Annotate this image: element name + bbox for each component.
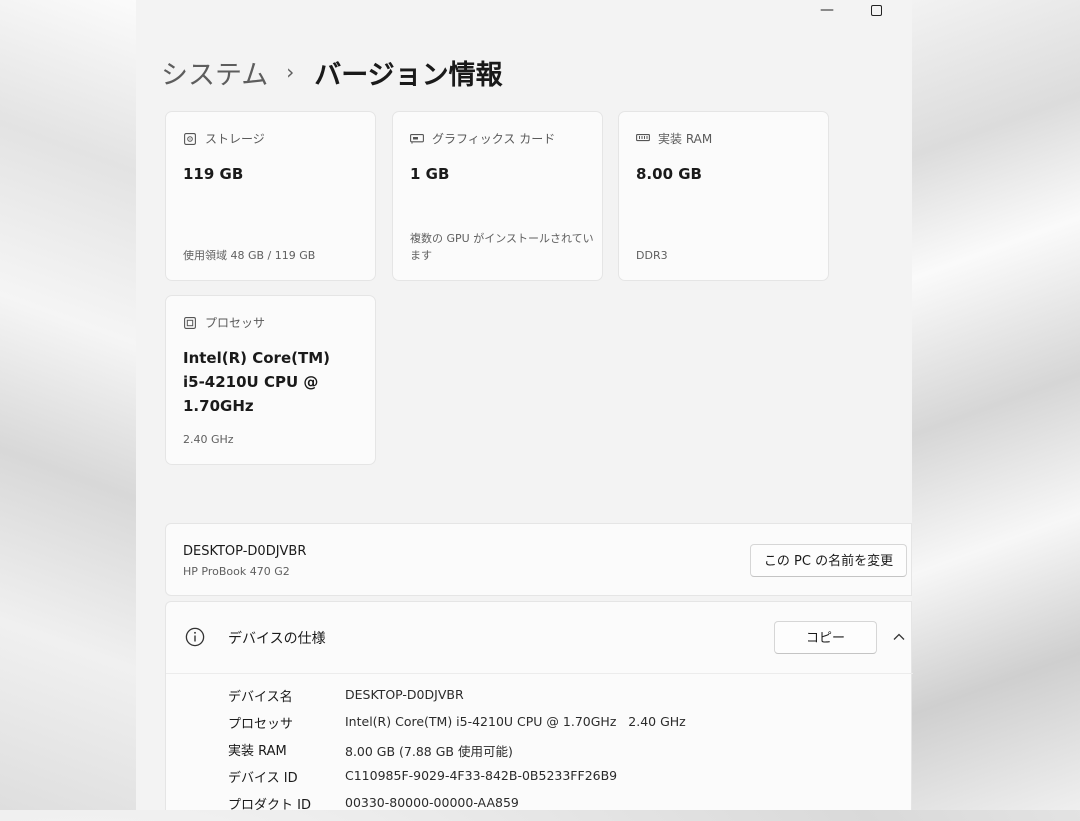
ram-icon xyxy=(636,133,650,145)
card-header: 実装 RAM xyxy=(636,130,712,147)
breadcrumb: システム › バージョン情報 xyxy=(161,52,503,92)
card-header: プロセッサ xyxy=(183,314,265,331)
card-subtext: DDR3 xyxy=(636,249,668,262)
spec-value: C110985F-9029-4F33-842B-0B5233FF26B9 xyxy=(345,768,618,783)
maximize-button[interactable] xyxy=(866,2,886,18)
maximize-icon xyxy=(870,5,882,16)
desktop-background-left xyxy=(0,0,136,810)
graphics-card-icon xyxy=(410,133,424,145)
card-header: グラフィックス カード xyxy=(410,130,555,147)
card-header: ストレージ xyxy=(183,130,265,147)
device-specifications-panel: デバイスの仕様 コピー デバイス名 DESKTOP-D0DJVBR プロセッサ … xyxy=(165,601,913,813)
device-model: HP ProBook 470 G2 xyxy=(183,565,290,578)
copy-button[interactable]: コピー xyxy=(774,621,877,654)
card-value: Intel(R) Core(TM) i5-4210U CPU @ 1.70GHz xyxy=(183,349,330,415)
card-title: プロセッサ xyxy=(205,316,266,330)
spec-label: プロダクト ID xyxy=(228,798,311,813)
card-subtext: 使用領域 48 GB / 119 GB xyxy=(183,249,316,262)
spec-label: プロセッサ xyxy=(228,717,294,732)
spec-value: 00330-80000-00000-AA859 xyxy=(345,795,519,810)
device-specifications-title: デバイスの仕様 xyxy=(228,631,326,647)
card-value: 8.00 GB xyxy=(636,165,702,183)
card-subtext: 複数の GPU がインストールされています xyxy=(410,232,594,262)
spec-label: デバイス ID xyxy=(228,771,298,786)
chevron-up-icon[interactable] xyxy=(891,629,907,645)
info-icon xyxy=(185,627,205,647)
card-subtext: 2.40 GHz xyxy=(183,433,234,446)
device-name-section: DESKTOP-D0DJVBR HP ProBook 470 G2 この PC … xyxy=(165,523,912,596)
spec-label: 実装 RAM xyxy=(228,744,287,759)
ram-card: 実装 RAM 8.00 GB DDR3 xyxy=(618,111,829,281)
spec-value: DESKTOP-D0DJVBR xyxy=(345,687,464,702)
graphics-card-card: グラフィックス カード 1 GB 複数の GPU がインストールされています xyxy=(392,111,603,281)
device-name: DESKTOP-D0DJVBR xyxy=(183,544,307,559)
storage-card: ストレージ 119 GB 使用領域 48 GB / 119 GB xyxy=(165,111,376,281)
spec-value: 8.00 GB (7.88 GB 使用可能) xyxy=(345,744,513,759)
breadcrumb-separator-icon: › xyxy=(286,60,295,84)
rename-pc-button[interactable]: この PC の名前を変更 xyxy=(750,544,907,577)
device-specifications-header[interactable]: デバイスの仕様 コピー xyxy=(166,602,913,674)
card-title: 実装 RAM xyxy=(658,132,713,146)
desktop-background-right xyxy=(912,0,1080,810)
card-title: グラフィックス カード xyxy=(432,132,556,146)
card-value: 119 GB xyxy=(183,165,244,183)
minimize-icon: — xyxy=(820,2,834,18)
processor-icon xyxy=(183,316,197,329)
spec-value: Intel(R) Core(TM) i5-4210U CPU @ 1.70GHz… xyxy=(345,714,686,729)
breadcrumb-system-link[interactable]: システム xyxy=(161,53,268,92)
storage-icon xyxy=(183,132,197,145)
settings-window: — システム › バージョン情報 ストレージ 119 GB 使用領域 48 GB… xyxy=(136,0,913,813)
processor-card: プロセッサ Intel(R) Core(TM) i5-4210U CPU @ 1… xyxy=(165,295,376,465)
card-title: ストレージ xyxy=(205,132,265,146)
card-value: 1 GB xyxy=(410,165,450,183)
minimize-button[interactable]: — xyxy=(817,2,837,18)
page-title: バージョン情報 xyxy=(314,59,503,91)
spec-label: デバイス名 xyxy=(228,690,293,705)
